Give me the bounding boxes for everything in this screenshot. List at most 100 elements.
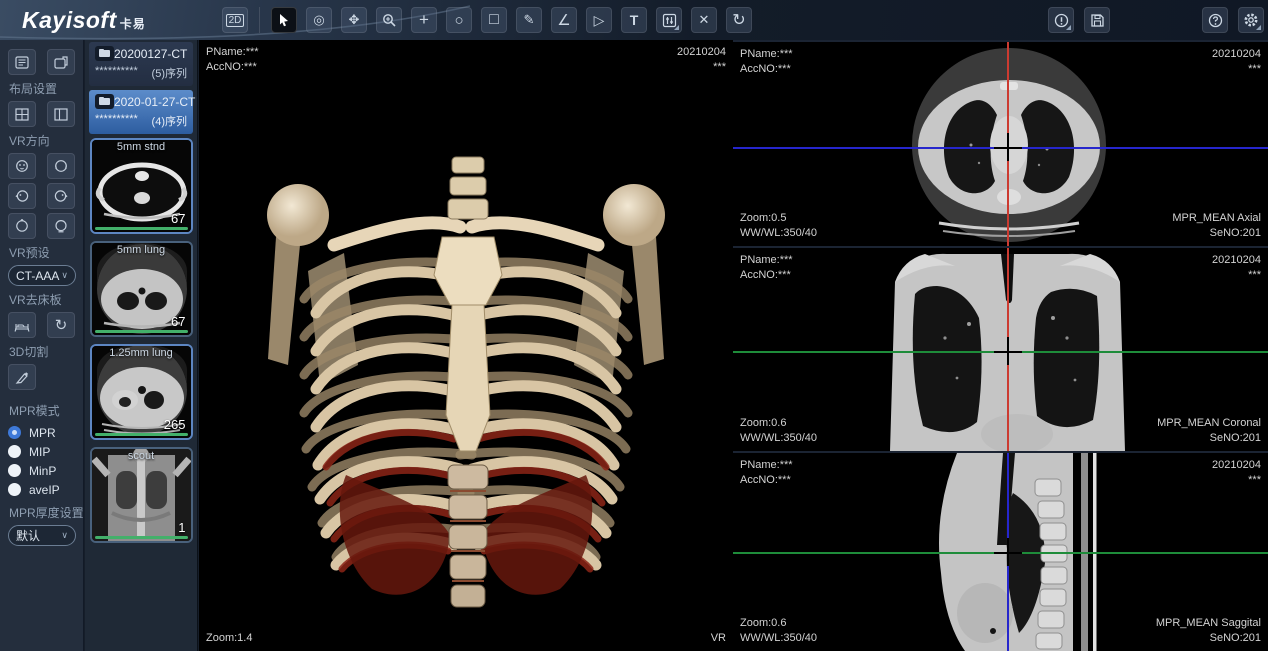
series-title: 2020-01-27-CT (114, 95, 195, 109)
vr-anterior-button[interactable] (8, 153, 36, 179)
thumbnail-label: scout (92, 450, 191, 462)
mpr-coronal-viewport[interactable]: PName:*** AccNO:*** 20210204 *** Zoom:0.… (733, 248, 1268, 451)
series-count: (5)序列 (152, 65, 187, 81)
thumbnail-125mm-lung[interactable]: 1.25mm lung 265 (90, 344, 193, 440)
remove-bed-button[interactable] (8, 312, 36, 338)
cut3d-button[interactable] (8, 364, 36, 390)
delete-annotations-button[interactable]: ✕ (691, 7, 717, 33)
folder-open-icon (95, 94, 114, 109)
cut3d-label: 3D切割 (9, 343, 83, 360)
vr-left-button[interactable] (8, 183, 36, 209)
text-annotation-button[interactable]: T (621, 7, 647, 33)
angle-button[interactable]: ∠ (551, 7, 577, 33)
ellipse-icon: ○ (454, 12, 463, 29)
thumbnail-5mm-stnd[interactable]: 5mm stnd 67 (90, 138, 193, 234)
vr-right-button[interactable] (47, 183, 75, 209)
vr-preset-select[interactable]: CT-AAA ∨ (8, 265, 76, 286)
pan-button[interactable]: ✥ (341, 7, 367, 33)
cine-scroll-button[interactable]: ◎ (306, 7, 332, 33)
ellipse-roi-button[interactable]: ○ (446, 7, 472, 33)
layout-report-button[interactable] (8, 49, 36, 75)
angle-icon: ∠ (557, 11, 570, 29)
study-date: 20210204 (1212, 47, 1261, 62)
series-title: 20200127-CT (114, 47, 187, 61)
axial-ct-image (909, 45, 1109, 245)
zoom-button[interactable] (376, 7, 402, 33)
thumbnail-progress (95, 227, 188, 230)
settings-button[interactable] (1238, 7, 1264, 33)
mpr-mode-option-mip[interactable]: MIP (8, 442, 83, 461)
study-date: 20210204 (1212, 458, 1261, 473)
series-item-selected[interactable]: 2020-01-27-CT ********** (4)序列 (89, 90, 193, 134)
head-top-icon (15, 219, 29, 233)
series-patient: ********** (95, 113, 138, 129)
panel-study-overlay: 20210204 *** (1212, 253, 1261, 283)
thumbnail-label: 1.25mm lung (92, 347, 191, 359)
series-name-text: MPR_MEAN Coronal (1157, 416, 1261, 431)
rect-roi-button[interactable]: □ (481, 7, 507, 33)
thickness-select[interactable]: 默认 ∨ (8, 525, 76, 546)
layout-tab-button[interactable] (47, 49, 75, 75)
save-button[interactable] (1084, 7, 1110, 33)
top-toolbar: Kayisoft 卡易 2D ◎ ✥ (0, 0, 1268, 40)
pname-text: PName:*** (740, 47, 793, 62)
viewport-study-overlay: 20210204 *** (677, 45, 726, 75)
app-logo: Kayisoft 卡易 (0, 7, 210, 34)
crosshair-gap (1007, 337, 1009, 365)
left-sidebar: 布局设置 VR方向 (0, 40, 84, 651)
series-item[interactable]: 20200127-CT ********** (5)序列 (89, 42, 193, 86)
bed-icon (14, 319, 30, 332)
thumbnail-5mm-lung[interactable]: 5mm lung 67 (90, 241, 193, 337)
thumbnail-image (92, 449, 191, 541)
mpr-mode-option-aveip[interactable]: aveIP (8, 480, 83, 499)
measure-line-button[interactable]: ✎ (516, 7, 542, 33)
radio-label: MinP (29, 464, 56, 478)
thumbnail-label: 5mm lung (92, 244, 191, 256)
2d-view-button[interactable]: 2D (222, 7, 248, 33)
mpr-axial-viewport[interactable]: PName:*** AccNO:*** 20210204 *** Zoom:0.… (733, 42, 1268, 246)
vr-posterior-button[interactable] (47, 153, 75, 179)
pname-text: PName:*** (740, 458, 793, 473)
save-icon (1090, 13, 1105, 28)
zoom-text: Zoom:0.6 (740, 616, 817, 631)
panel-patient-overlay: PName:*** AccNO:*** (740, 458, 793, 488)
radio-icon (8, 483, 21, 496)
help-button[interactable] (1202, 7, 1228, 33)
panel-series-overlay: MPR_MEAN Coronal SeNO:201 (1157, 416, 1261, 446)
accno-text: AccNO:*** (206, 60, 259, 75)
layout-split-button[interactable] (47, 101, 75, 127)
crosshair-gap (1007, 133, 1009, 161)
chevron-down-icon: ∨ (61, 270, 68, 281)
cursor-tool-button[interactable] (271, 7, 297, 33)
vr-viewport[interactable]: PName:*** AccNO:*** 20210204 *** Zoom:1.… (199, 40, 733, 651)
thumbnail-count: 67 (171, 314, 185, 329)
tool-group: 2D ◎ ✥ + (222, 7, 752, 33)
vr-direction-label: VR方向 (9, 132, 83, 149)
info-button[interactable] (1048, 7, 1074, 33)
logo-text: Kayisoft (22, 7, 117, 34)
mpr-sagittal-viewport[interactable]: PName:*** AccNO:*** 20210204 *** Zoom:0.… (733, 453, 1268, 651)
thumbnail-scout[interactable]: scout 1 (90, 447, 193, 543)
reset-button[interactable]: ↻ (726, 7, 752, 33)
split-left-icon (54, 108, 68, 121)
mpr-mode-label: MPR模式 (9, 402, 83, 419)
restore-bed-button[interactable]: ↻ (47, 312, 75, 338)
cine-scroll-icon: ◎ (313, 12, 324, 28)
crosshair-button[interactable]: + (411, 7, 437, 33)
seno-text: SeNO:201 (1172, 226, 1261, 241)
annotate-arrow-button[interactable]: ▷ (586, 7, 612, 33)
layout-grid-button[interactable] (8, 101, 36, 127)
mpr-mode-option-minp[interactable]: MinP (8, 461, 83, 480)
reset-icon: ↻ (732, 10, 745, 30)
thumbnail-progress (95, 330, 188, 333)
study-id: *** (677, 60, 726, 75)
series-patient: ********** (95, 65, 138, 81)
window-level-button[interactable] (656, 7, 682, 33)
mpr-mode-option-mpr[interactable]: MPR (8, 423, 83, 442)
series-name-text: MPR_MEAN Saggital (1156, 616, 1261, 631)
vr-inferior-button[interactable] (47, 213, 75, 239)
grid-2x2-icon (15, 108, 29, 121)
vr-superior-button[interactable] (8, 213, 36, 239)
panel-zoom-overlay: Zoom:0.6 WW/WL:350/40 (740, 416, 817, 446)
viewport-patient-overlay: PName:*** AccNO:*** (206, 45, 259, 75)
